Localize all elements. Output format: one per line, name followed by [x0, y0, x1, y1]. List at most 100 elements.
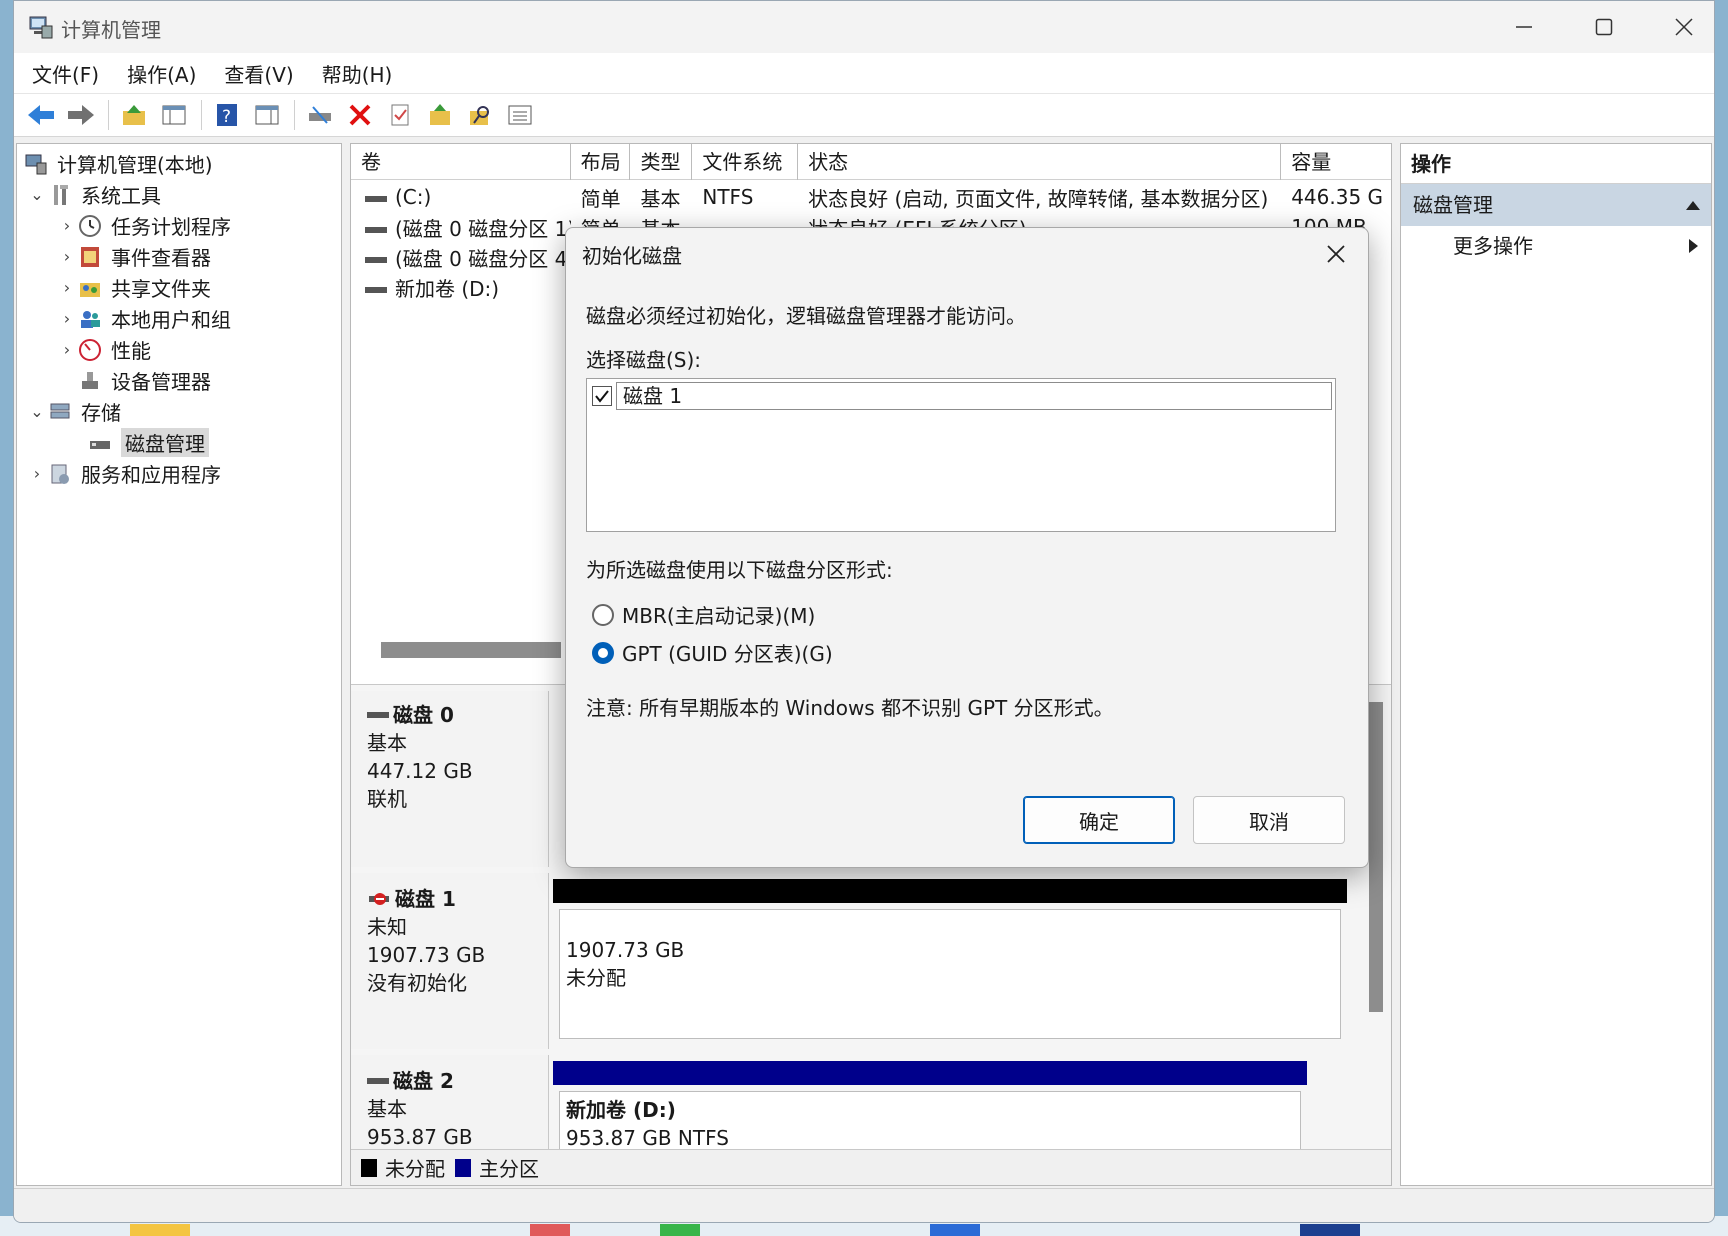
disk-error-icon: [369, 893, 389, 905]
partition-name: 新加卷 (D:): [566, 1098, 676, 1122]
more-actions-item[interactable]: 更多操作: [1401, 226, 1711, 266]
gpt-compatibility-note: 注意: 所有早期版本的 Windows 都不识别 GPT 分区形式。: [586, 696, 1114, 720]
actions-pane: 操作 磁盘管理 更多操作: [1400, 143, 1712, 1186]
tree-item-services-applications[interactable]: › 服务和应用程序: [17, 458, 341, 489]
tree-item-computer-management-local[interactable]: 计算机管理(本地): [17, 148, 341, 179]
connect-drive-button[interactable]: [301, 97, 339, 133]
legend-label-unallocated: 未分配: [385, 1157, 445, 1181]
tree-item-performance[interactable]: › 性能: [17, 334, 341, 365]
toolbar: ?: [14, 93, 1714, 137]
chevron-right-icon[interactable]: ›: [27, 464, 47, 483]
taskbar-app-icon[interactable]: [530, 1224, 570, 1236]
disk-list-item[interactable]: 磁盘 1: [590, 382, 1332, 410]
disk-size: 447.12 GB: [367, 759, 473, 783]
taskbar-app-icon[interactable]: [130, 1224, 190, 1236]
chevron-right-icon[interactable]: ›: [57, 340, 77, 359]
partition-style-label: 为所选磁盘使用以下磁盘分区形式:: [586, 558, 893, 582]
tree-item-task-scheduler[interactable]: › 任务计划程序: [17, 210, 341, 241]
chevron-right-icon[interactable]: ›: [57, 216, 77, 235]
dialog-close-button[interactable]: [1318, 236, 1354, 272]
gpt-radio[interactable]: [592, 641, 614, 664]
volume-filesystem: NTFS: [702, 185, 754, 209]
show-hide-tree-button[interactable]: [155, 97, 193, 133]
column-header-volume[interactable]: 卷: [351, 144, 571, 180]
mbr-option[interactable]: MBR(主启动记录)(M): [592, 600, 815, 629]
folder-arrow-icon: [430, 104, 450, 125]
tree-item-system-tools[interactable]: ⌄ 系统工具: [17, 179, 341, 210]
help-button[interactable]: ?: [208, 97, 246, 133]
chevron-right-icon[interactable]: ›: [57, 309, 77, 328]
forward-button[interactable]: [62, 97, 100, 133]
disk-0-info[interactable]: 磁盘 0 基本 447.12 GB 联机: [351, 691, 549, 867]
gpt-option[interactable]: GPT (GUID 分区表)(G): [592, 638, 833, 667]
list-view-button[interactable]: [501, 97, 539, 133]
back-arrow-icon: [28, 105, 54, 125]
tree-label: 任务计划程序: [111, 215, 231, 239]
up-level-button[interactable]: [115, 97, 153, 133]
status-bar: [14, 1188, 1714, 1222]
volume-row[interactable]: (C:) 简单 基本 NTFS 状态良好 (启动, 页面文件, 故障转储, 基本…: [351, 182, 1391, 212]
chevron-down-icon[interactable]: ⌄: [27, 185, 47, 204]
chevron-right-icon[interactable]: ›: [57, 247, 77, 266]
horizontal-scrollbar[interactable]: [381, 642, 561, 658]
action-pane-icon: [255, 105, 279, 125]
partition-size: 1907.73 GB: [566, 938, 685, 962]
chevron-down-icon[interactable]: ⌄: [27, 402, 47, 421]
disk-name: 磁盘 2: [393, 1069, 454, 1093]
volume-name: (C:): [395, 185, 432, 209]
volume-capacity: 446.35 G: [1291, 185, 1384, 209]
volume-status: 状态良好 (启动, 页面文件, 故障转储, 基本数据分区): [808, 186, 1269, 211]
ok-button[interactable]: 确定: [1023, 796, 1175, 844]
show-action-pane-button[interactable]: [248, 97, 286, 133]
menu-action[interactable]: 操作(A): [127, 59, 196, 88]
partition-body: 1907.73 GB 未分配: [559, 909, 1341, 1039]
disk-icon: [367, 712, 389, 718]
column-header-filesystem[interactable]: 文件系统: [692, 144, 799, 180]
mbr-radio[interactable]: [592, 603, 614, 626]
menu-help[interactable]: 帮助(H): [322, 59, 393, 88]
menu-file[interactable]: 文件(F): [32, 59, 99, 88]
cancel-button[interactable]: 取消: [1193, 796, 1345, 844]
actions-section-disk-management[interactable]: 磁盘管理: [1401, 184, 1711, 226]
volume-name: (磁盘 0 磁盘分区 4): [395, 246, 571, 271]
column-header-capacity[interactable]: 容量: [1281, 144, 1391, 180]
disk-1-checkbox[interactable]: [592, 386, 612, 406]
tree-item-local-users-groups[interactable]: › 本地用户和组: [17, 303, 341, 334]
volume-name: (磁盘 0 磁盘分区 1): [395, 216, 571, 241]
properties-button[interactable]: [381, 97, 419, 133]
computer-icon: [23, 151, 49, 177]
collapse-up-icon[interactable]: [1685, 199, 1701, 211]
disk-size: 1907.73 GB: [367, 943, 486, 967]
tree-item-disk-management[interactable]: 磁盘管理: [17, 427, 341, 458]
delete-button[interactable]: [341, 97, 379, 133]
vertical-scrollbar[interactable]: [1369, 702, 1383, 1012]
column-header-layout[interactable]: 布局: [571, 144, 631, 180]
taskbar-app-icon[interactable]: [660, 1224, 700, 1236]
column-header-type[interactable]: 类型: [630, 144, 693, 180]
chevron-right-icon[interactable]: ›: [57, 278, 77, 297]
taskbar-app-icon[interactable]: [1300, 1224, 1360, 1236]
taskbar-app-icon[interactable]: [930, 1224, 980, 1236]
menu-view[interactable]: 查看(V): [224, 59, 293, 88]
column-header-status[interactable]: 状态: [798, 144, 1282, 180]
minimize-button[interactable]: [1494, 9, 1554, 45]
search-button[interactable]: [461, 97, 499, 133]
tree-item-event-viewer[interactable]: › 事件查看器: [17, 241, 341, 272]
svg-text:?: ?: [222, 107, 231, 127]
import-button[interactable]: [421, 97, 459, 133]
help-icon: ?: [217, 104, 237, 127]
tools-icon: [47, 182, 73, 208]
close-window-button[interactable]: [1654, 9, 1714, 45]
device-manager-icon: [77, 368, 103, 394]
tree-item-shared-folders[interactable]: › 共享文件夹: [17, 272, 341, 303]
unallocated-bar: [553, 879, 1347, 903]
computer-management-window: 计算机管理 文件(F) 操作(A) 查看(V) 帮助(H) ? 计算机管理(本地…: [13, 0, 1715, 1223]
back-button[interactable]: [22, 97, 60, 133]
disk-1-info[interactable]: 磁盘 1 未知 1907.73 GB 没有初始化: [351, 873, 549, 1049]
volume-icon: [365, 195, 387, 202]
tree-item-device-manager[interactable]: 设备管理器: [17, 365, 341, 396]
disk-1-unallocated-partition[interactable]: 1907.73 GB 未分配: [553, 879, 1347, 1045]
disk-state: 没有初始化: [367, 971, 467, 995]
tree-item-storage[interactable]: ⌄ 存储: [17, 396, 341, 427]
maximize-button[interactable]: [1574, 9, 1634, 45]
